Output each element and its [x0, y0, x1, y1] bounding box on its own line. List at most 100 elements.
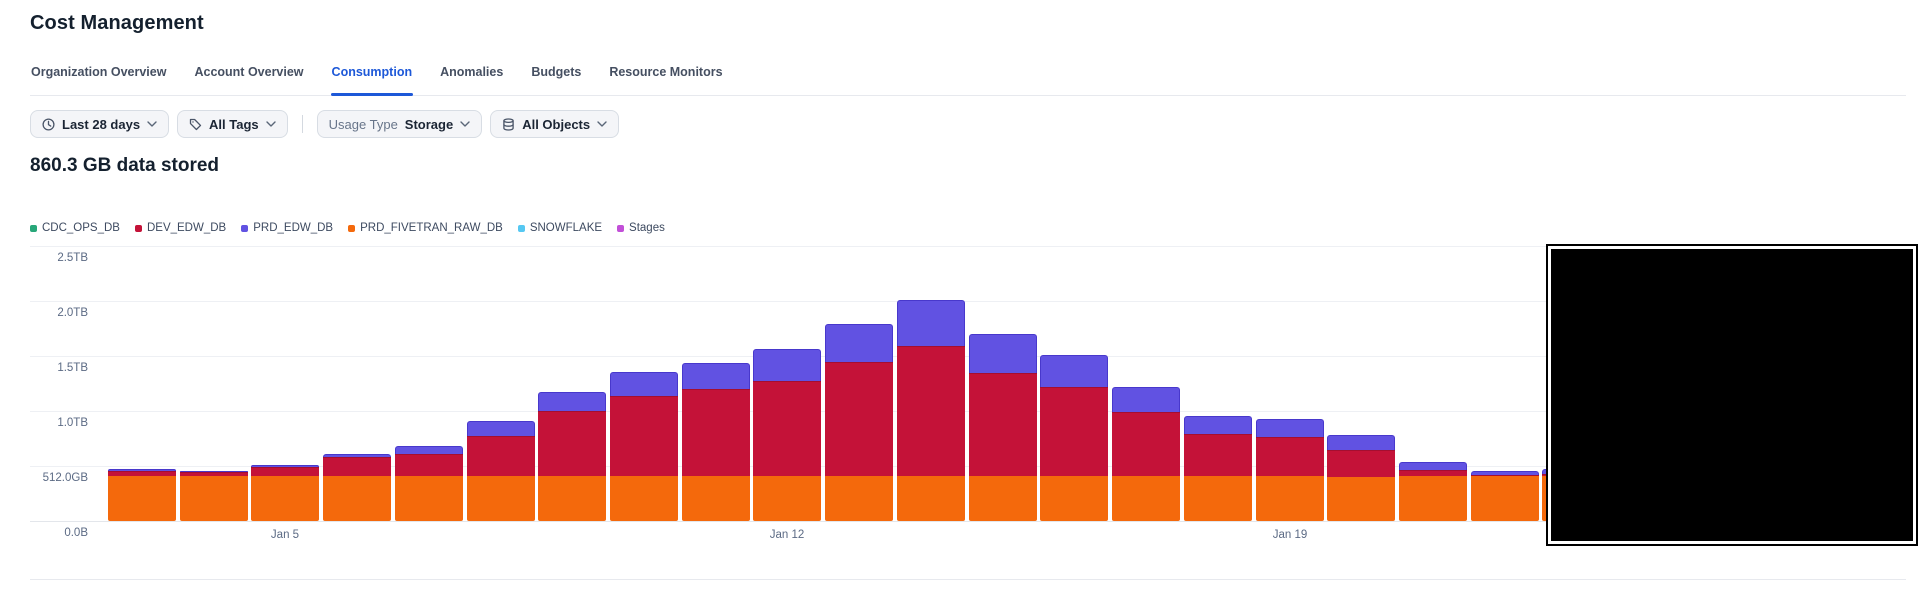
filter-divider: [302, 115, 303, 133]
y-tick-label: 2.5TB: [30, 252, 88, 264]
bar-segment-DEV_EDW_DB: [395, 454, 463, 476]
bar-segment-DEV_EDW_DB: [538, 411, 606, 476]
legend-label: SNOWFLAKE: [530, 222, 602, 234]
legend-item-Stages[interactable]: Stages: [617, 222, 665, 234]
time-range-label: Last 28 days: [62, 117, 140, 132]
time-range-filter[interactable]: Last 28 days: [30, 110, 169, 138]
bar-segment-PRD_FIVETRAN_RAW_DB: [1112, 476, 1180, 521]
objects-filter[interactable]: All Objects: [490, 110, 619, 138]
legend-item-CDC_OPS_DB[interactable]: CDC_OPS_DB: [30, 222, 120, 234]
bar-jan-10[interactable]: [610, 372, 678, 521]
bar-jan-17[interactable]: [1112, 387, 1180, 521]
bar-segment-DEV_EDW_DB: [1040, 387, 1108, 476]
tab-bar: Organization Overview Account Overview C…: [30, 64, 1906, 96]
x-tick-label: Jan 19: [1273, 529, 1308, 541]
bar-segment-PRD_EDW_DB: [1040, 355, 1108, 387]
bar-jan-14[interactable]: [897, 300, 965, 521]
legend-item-PRD_FIVETRAN_RAW_DB[interactable]: PRD_FIVETRAN_RAW_DB: [348, 222, 503, 234]
tab-anomalies[interactable]: Anomalies: [439, 64, 504, 95]
database-icon: [502, 118, 515, 131]
tab-consumption[interactable]: Consumption: [331, 64, 414, 95]
bar-jan-15[interactable]: [969, 334, 1037, 521]
x-tick-label: Jan 5: [271, 529, 299, 541]
tab-organization-overview[interactable]: Organization Overview: [30, 64, 167, 95]
bar-jan-3[interactable]: [108, 469, 176, 521]
bar-segment-PRD_FIVETRAN_RAW_DB: [682, 476, 750, 521]
bar-segment-PRD_FIVETRAN_RAW_DB: [1184, 476, 1252, 521]
y-tick-label: 0.0B: [30, 527, 88, 539]
bar-segment-PRD_FIVETRAN_RAW_DB: [467, 476, 535, 521]
bar-jan-22[interactable]: [1471, 471, 1539, 521]
bar-segment-DEV_EDW_DB: [682, 389, 750, 476]
tab-budgets[interactable]: Budgets: [530, 64, 582, 95]
bar-jan-11[interactable]: [682, 363, 750, 521]
bar-jan-9[interactable]: [538, 392, 606, 521]
x-tick-label: Jan 12: [770, 529, 805, 541]
storage-total-headline: 860.3 GB data stored: [30, 155, 219, 177]
bar-segment-PRD_EDW_DB: [610, 372, 678, 396]
bar-segment-PRD_FIVETRAN_RAW_DB: [1471, 476, 1539, 521]
bar-segment-DEV_EDW_DB: [969, 373, 1037, 476]
bar-jan-18[interactable]: [1184, 416, 1252, 521]
bar-segment-PRD_EDW_DB: [538, 392, 606, 411]
legend-item-SNOWFLAKE[interactable]: SNOWFLAKE: [518, 222, 602, 234]
legend-swatch: [348, 225, 355, 232]
chevron-down-icon: [597, 121, 607, 127]
bar-segment-PRD_FIVETRAN_RAW_DB: [897, 476, 965, 521]
y-tick-label: 1.5TB: [30, 362, 88, 374]
chart-legend: CDC_OPS_DB DEV_EDW_DB PRD_EDW_DB PRD_FIVETR…: [30, 222, 665, 234]
usage-type-value: Storage: [405, 117, 453, 132]
tags-filter-label: All Tags: [209, 117, 259, 132]
bar-segment-DEV_EDW_DB: [1327, 450, 1395, 477]
bar-jan-8[interactable]: [467, 421, 535, 521]
bar-segment-PRD_EDW_DB: [395, 446, 463, 454]
bar-segment-DEV_EDW_DB: [825, 362, 893, 476]
bar-segment-PRD_FIVETRAN_RAW_DB: [1040, 476, 1108, 521]
legend-swatch: [135, 225, 142, 232]
bar-segment-DEV_EDW_DB: [1112, 412, 1180, 476]
usage-type-filter[interactable]: Usage Type Storage: [317, 110, 483, 138]
bar-segment-PRD_EDW_DB: [1256, 419, 1324, 437]
bar-segment-PRD_FIVETRAN_RAW_DB: [1256, 476, 1324, 521]
legend-label: CDC_OPS_DB: [42, 222, 120, 234]
y-tick-label: 2.0TB: [30, 307, 88, 319]
bar-segment-PRD_FIVETRAN_RAW_DB: [1327, 477, 1395, 521]
bar-segment-PRD_FIVETRAN_RAW_DB: [180, 476, 248, 521]
bar-segment-DEV_EDW_DB: [897, 346, 965, 476]
redacted-region: [1546, 244, 1918, 546]
tab-resource-monitors[interactable]: Resource Monitors: [608, 64, 723, 95]
chevron-down-icon: [147, 121, 157, 127]
bar-segment-DEV_EDW_DB: [323, 457, 391, 476]
legend-item-PRD_EDW_DB[interactable]: PRD_EDW_DB: [241, 222, 333, 234]
bar-segment-PRD_EDW_DB: [897, 300, 965, 346]
legend-swatch: [241, 225, 248, 232]
legend-label: DEV_EDW_DB: [147, 222, 226, 234]
filter-bar: Last 28 days All Tags Usage Typ: [30, 110, 619, 138]
bar-segment-PRD_EDW_DB: [1112, 387, 1180, 412]
bar-segment-DEV_EDW_DB: [1184, 434, 1252, 476]
bar-segment-PRD_FIVETRAN_RAW_DB: [753, 476, 821, 521]
page-title: Cost Management: [30, 12, 204, 35]
bar-segment-PRD_EDW_DB: [1327, 435, 1395, 450]
bar-jan-12[interactable]: [753, 349, 821, 521]
bar-segment-DEV_EDW_DB: [753, 381, 821, 476]
bar-jan-13[interactable]: [825, 324, 893, 521]
legend-item-DEV_EDW_DB[interactable]: DEV_EDW_DB: [135, 222, 226, 234]
bar-segment-PRD_FIVETRAN_RAW_DB: [1399, 476, 1467, 521]
bar-jan-5[interactable]: [251, 465, 319, 521]
tab-account-overview[interactable]: Account Overview: [193, 64, 304, 95]
bar-jan-6[interactable]: [323, 454, 391, 521]
bar-jan-20[interactable]: [1327, 435, 1395, 521]
legend-label: PRD_EDW_DB: [253, 222, 333, 234]
bar-jan-21[interactable]: [1399, 462, 1467, 521]
y-tick-label: 512.0GB: [30, 472, 88, 484]
bar-jan-7[interactable]: [395, 446, 463, 521]
chevron-down-icon: [460, 121, 470, 127]
bar-jan-4[interactable]: [180, 471, 248, 521]
bar-jan-16[interactable]: [1040, 355, 1108, 521]
tags-filter[interactable]: All Tags: [177, 110, 288, 138]
bar-segment-PRD_FIVETRAN_RAW_DB: [395, 476, 463, 521]
legend-swatch: [30, 225, 37, 232]
legend-label: Stages: [629, 222, 665, 234]
bar-jan-19[interactable]: [1256, 419, 1324, 521]
